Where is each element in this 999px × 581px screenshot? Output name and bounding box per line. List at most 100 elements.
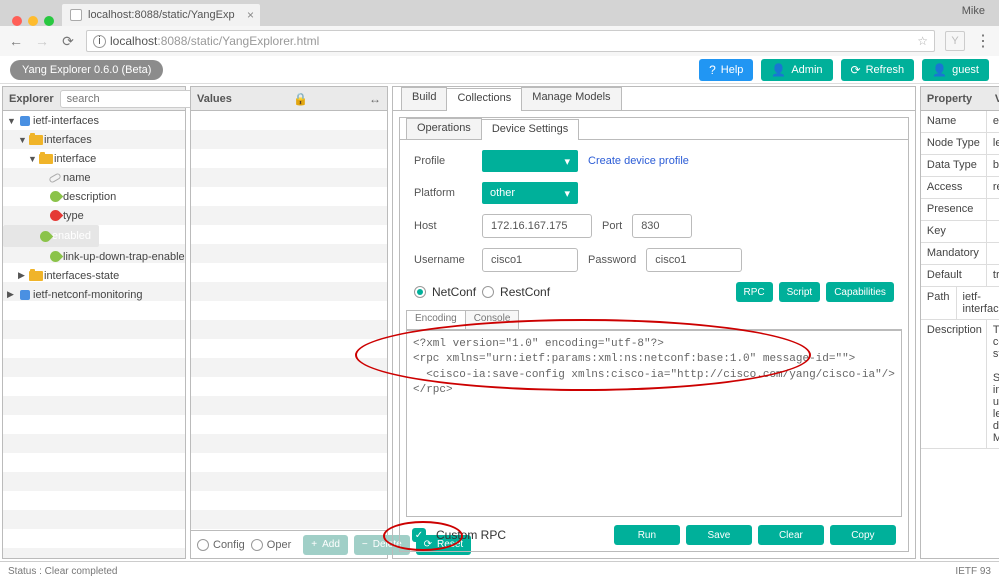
user-icon: 👤 [771, 63, 786, 77]
tree-node[interactable]: ▶interfaces-state [3, 266, 185, 285]
reload-icon[interactable]: ⟳ [60, 33, 76, 50]
tab-manage-models[interactable]: Manage Models [521, 87, 621, 110]
chevron-down-icon: ▾ [564, 187, 570, 200]
expand-icon[interactable]: ↔ [369, 92, 381, 106]
profile-label[interactable]: Mike [962, 5, 985, 17]
back-icon[interactable]: ← [8, 33, 24, 49]
xml-editor[interactable]: <?xml version="1.0" encoding="utf-8"?> <… [406, 330, 902, 517]
close-tab-icon[interactable]: × [247, 8, 254, 22]
bookmark-icon[interactable]: ☆ [917, 34, 928, 48]
tab-operations[interactable]: Operations [406, 118, 482, 139]
device-subpanel: Operations Device Settings Profile ▾ Cre… [399, 117, 909, 552]
custom-rpc-label: Custom RPC [436, 528, 506, 542]
property-row: Defaulttrue [921, 265, 999, 287]
forward-icon: → [34, 33, 50, 49]
values-title: Values [197, 93, 232, 105]
app-title-badge: Yang Explorer 0.6.0 (Beta) [10, 60, 163, 80]
tab-build[interactable]: Build [401, 87, 447, 110]
tree-node[interactable]: ▼ietf-interfaces [3, 111, 185, 130]
guest-button[interactable]: 👤guest [922, 59, 989, 81]
property-row: Data Typeboolean [921, 155, 999, 177]
maximize-icon[interactable] [44, 16, 54, 26]
workspace-tabs: Build Collections Manage Models [393, 87, 915, 111]
run-button[interactable]: Run [614, 525, 680, 545]
oper-option[interactable]: Oper [251, 539, 291, 551]
bottom-actions: ✓ Custom RPC Run Save Clear Copy [400, 523, 908, 551]
extension-icon[interactable]: Y [945, 31, 965, 51]
custom-rpc-checkbox[interactable]: ✓ [412, 528, 426, 542]
property-header: Property Value [921, 87, 999, 111]
property-row: Node Typeleaf [921, 133, 999, 155]
create-profile-link[interactable]: Create device profile [588, 155, 689, 167]
config-option[interactable]: Config [197, 539, 245, 551]
tab-collections[interactable]: Collections [446, 88, 522, 111]
property-col-label: Property [927, 93, 989, 105]
host-input[interactable] [482, 214, 592, 238]
tree-node[interactable]: description [3, 187, 185, 206]
restconf-label: RestConf [500, 285, 550, 299]
encoding-tabs: Encoding Console [406, 310, 902, 330]
help-button[interactable]: ?Help [699, 59, 753, 81]
menu-icon[interactable]: ⋮ [975, 31, 991, 51]
profile-select[interactable]: ▾ [482, 150, 578, 172]
tree-node[interactable]: link-up-down-trap-enable [3, 247, 185, 266]
refresh-button[interactable]: ⟳Refresh [841, 59, 915, 81]
explorer-panel: Explorer ▼ietf-interfaces ▼interfaces ▼i… [2, 86, 186, 559]
property-table: Nameenabled Node Typeleaf Data Typeboole… [921, 111, 999, 558]
refresh-icon: ⟳ [851, 63, 861, 77]
protocol-row: NetConf RestConf RPC Script Capabilities [400, 282, 908, 310]
status-text: Status : Clear completed [8, 566, 118, 577]
tree-node[interactable]: ▼interfaces [3, 130, 185, 149]
values-footer: Config Oper + Add − Delete ⟳ Reset [191, 530, 387, 558]
copy-button[interactable]: Copy [830, 525, 896, 545]
url-host: localhost [110, 34, 157, 48]
port-input[interactable] [632, 214, 692, 238]
tree-node[interactable]: ▶ietf-netconf-monitoring [3, 285, 185, 304]
site-info-icon[interactable]: i [93, 35, 106, 48]
property-row: Mandatory [921, 243, 999, 265]
property-row: Nameenabled [921, 111, 999, 133]
add-button[interactable]: + Add [303, 535, 348, 555]
script-button[interactable]: Script [779, 282, 821, 302]
admin-button[interactable]: 👤Admin [761, 59, 832, 81]
values-panel: Values 🔒 ↔ Config Oper + Add − Delete ⟳ … [190, 86, 388, 559]
address-bar: ← → ⟳ i localhost:8088/static/YangExplor… [0, 26, 999, 56]
browser-tab[interactable]: localhost:8088/static/YangExp × [62, 4, 260, 26]
save-button[interactable]: Save [686, 525, 752, 545]
tree-node[interactable]: name [3, 168, 185, 187]
model-tree[interactable]: ▼ietf-interfaces ▼interfaces ▼interface … [3, 111, 185, 558]
close-icon[interactable] [12, 16, 22, 26]
restconf-radio[interactable] [482, 286, 494, 298]
minimize-icon[interactable] [28, 16, 38, 26]
property-row: Accessread-write [921, 177, 999, 199]
tab-encoding[interactable]: Encoding [406, 310, 466, 329]
tree-node[interactable]: ▼interface [3, 149, 185, 168]
app-toolbar: Yang Explorer 0.6.0 (Beta) ?Help 👤Admin … [0, 56, 999, 84]
tab-console[interactable]: Console [465, 310, 520, 329]
favicon-icon [70, 9, 82, 21]
capabilities-button[interactable]: Capabilities [826, 282, 894, 302]
password-input[interactable] [646, 248, 742, 272]
status-right: IETF 93 [955, 566, 991, 577]
password-label: Password [588, 254, 636, 266]
rpc-button[interactable]: RPC [736, 282, 773, 302]
platform-select[interactable]: other▾ [482, 182, 578, 204]
tree-node[interactable]: type [3, 206, 185, 225]
clear-button[interactable]: Clear [758, 525, 824, 545]
url-input[interactable]: i localhost:8088/static/YangExplorer.htm… [86, 30, 935, 52]
window-controls[interactable] [6, 9, 62, 26]
workspace-panel: Build Collections Manage Models Operatio… [392, 86, 916, 559]
netconf-label: NetConf [432, 285, 476, 299]
explorer-title: Explorer [9, 93, 54, 105]
help-icon: ? [709, 63, 716, 77]
values-body [191, 111, 387, 530]
browser-tabbar: localhost:8088/static/YangExp × Mike [0, 0, 999, 26]
username-label: Username [414, 254, 472, 266]
netconf-radio[interactable] [414, 286, 426, 298]
tab-device-settings[interactable]: Device Settings [481, 119, 579, 140]
property-row: Key [921, 221, 999, 243]
tree-node-selected[interactable]: enabled [3, 225, 99, 247]
username-input[interactable] [482, 248, 578, 272]
lock-icon[interactable]: 🔒 [293, 92, 308, 106]
status-bar: Status : Clear completed IETF 93 [0, 561, 999, 581]
